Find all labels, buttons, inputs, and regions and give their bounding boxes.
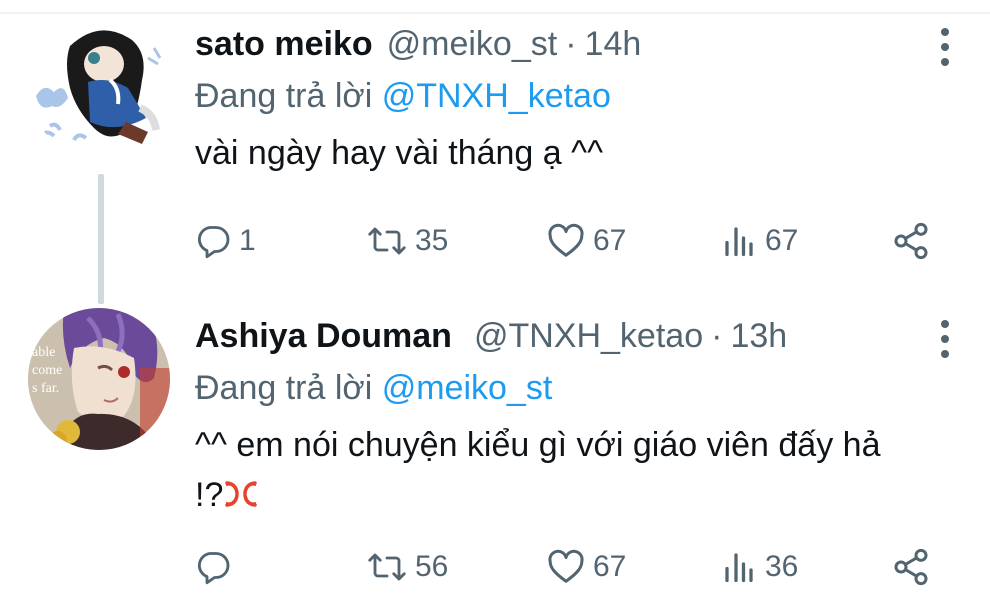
tweet-header: sato meiko @meiko_st · 14h [195,18,960,70]
handle[interactable]: @meiko_st [387,25,558,63]
retweet-count: 35 [415,224,449,257]
tweet-text: ^^ em nói chuyện kiểu gì với giáo viên đ… [195,420,960,520]
views-icon [725,553,753,583]
top-divider [0,0,990,14]
share-button[interactable] [891,216,931,266]
display-name[interactable]: sato meiko [195,25,373,63]
like-icon [548,549,584,583]
tweet-text-line: !? [195,470,960,520]
tweet-text: vài ngày hay vài tháng ạ ^^ [195,134,604,172]
views-count: 36 [765,550,799,583]
reply-icon [197,226,230,259]
like-icon [548,223,584,257]
tweet[interactable]: able come s far. Ashiya Douman @TNXH_keta… [0,300,990,600]
avatar[interactable] [30,18,172,160]
tweet-text-line: ^^ em nói chuyện kiểu gì với giáo viên đ… [195,426,881,464]
avatar[interactable]: able come s far. [28,308,170,450]
separator-dot: · [565,25,577,63]
share-icon [894,222,928,260]
action-bar: 1 35 67 67 [195,216,955,266]
reply-icon [197,552,230,585]
retweet-icon [368,227,406,255]
retweet-button[interactable]: 56 [367,542,448,592]
retweet-button[interactable]: 35 [367,216,448,266]
reply-count: 1 [239,224,256,257]
reply-button[interactable]: 1 [195,216,256,266]
retweet-count: 56 [415,550,449,583]
timestamp[interactable]: 13h [730,317,787,355]
mention-link[interactable]: @TNXH_ketao [382,77,611,115]
retweet-icon [368,553,406,581]
display-name[interactable]: Ashiya Douman [195,317,452,355]
timestamp[interactable]: 14h [585,25,642,63]
tweet[interactable]: sato meiko @meiko_st · 14h Đang trả lời @TN… [0,18,990,304]
views-icon [725,227,753,257]
replying-to: Đang trả lời @meiko_st [195,362,960,414]
views-count: 67 [765,224,799,257]
action-bar: 56 67 36 [195,542,955,592]
like-button[interactable]: 67 [547,542,626,592]
handle[interactable]: @TNXH_ketao [474,317,703,355]
share-icon [894,548,928,586]
mention-link[interactable]: @meiko_st [382,369,553,407]
views-button[interactable]: 67 [721,216,798,266]
like-count: 67 [593,550,627,583]
tweet-text-fragment: !? [195,476,224,514]
reply-button[interactable] [195,542,239,592]
avatar-text: able [32,345,55,360]
tweet-content: Ashiya Douman @TNXH_ketao · 13h Đang trả lờ… [195,310,960,520]
like-count: 67 [593,224,627,257]
tweet-content: sato meiko @meiko_st · 14h Đang trả lời @TN… [195,18,960,178]
replying-to-label: Đang trả lời [195,77,373,115]
avatar-text: s far. [32,381,59,396]
more-icon[interactable] [930,28,960,66]
avatar-text: come [32,363,62,378]
views-button[interactable]: 36 [721,542,798,592]
thread-connector [98,174,104,304]
replying-to-label: Đang trả lời [195,369,373,407]
like-button[interactable]: 67 [547,216,626,266]
separator-dot: · [711,317,723,355]
more-icon[interactable] [930,320,960,358]
anger-symbol-icon [225,481,258,507]
share-button[interactable] [891,542,931,592]
replying-to: Đang trả lời @TNXH_ketao [195,70,960,122]
tweet-header: Ashiya Douman @TNXH_ketao · 13h [195,310,960,362]
